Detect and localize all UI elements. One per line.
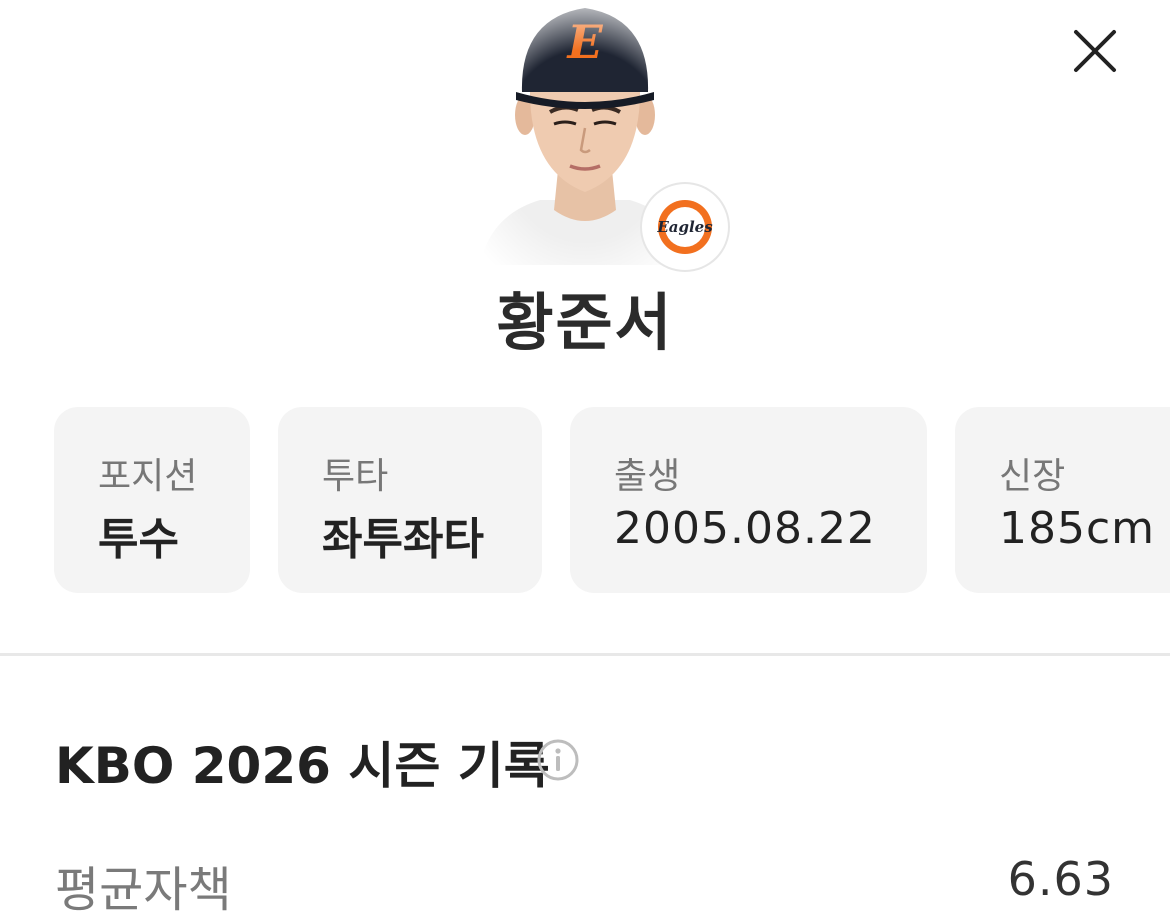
info-card-label: 투타 xyxy=(322,456,389,497)
info-card-value: 좌투좌타 xyxy=(322,514,484,565)
section-divider xyxy=(0,653,1170,656)
info-card-position: 포지션 투수 xyxy=(54,407,250,593)
close-icon xyxy=(1074,30,1116,72)
player-info-cards: 포지션 투수 투타 좌투좌타 출생 2005.08.22 신장 185cm xyxy=(0,407,1170,593)
stat-value-era: 6.63 xyxy=(1007,852,1114,906)
player-name: 황준서 xyxy=(496,286,674,359)
info-card-label: 포지션 xyxy=(98,456,198,497)
stat-label-era: 평균자책 xyxy=(55,862,232,918)
info-card-value: 투수 xyxy=(98,514,179,565)
info-button[interactable] xyxy=(536,738,580,782)
info-icon xyxy=(537,739,579,781)
team-logo-badge: Eagles xyxy=(642,184,728,270)
season-record-title: KBO 2026 시즌 기록 xyxy=(55,737,550,795)
team-logo-text: Eagles xyxy=(656,218,713,236)
info-card-bats-throws: 투타 좌투좌타 xyxy=(278,407,542,593)
info-card-value: 185cm xyxy=(999,503,1156,554)
info-card-birth: 출생 2005.08.22 xyxy=(570,407,927,593)
close-button[interactable] xyxy=(1068,24,1122,78)
info-card-value: 2005.08.22 xyxy=(614,503,876,554)
info-card-label: 신장 xyxy=(999,456,1066,497)
info-card-label: 출생 xyxy=(614,456,681,497)
info-card-height: 신장 185cm xyxy=(955,407,1170,593)
